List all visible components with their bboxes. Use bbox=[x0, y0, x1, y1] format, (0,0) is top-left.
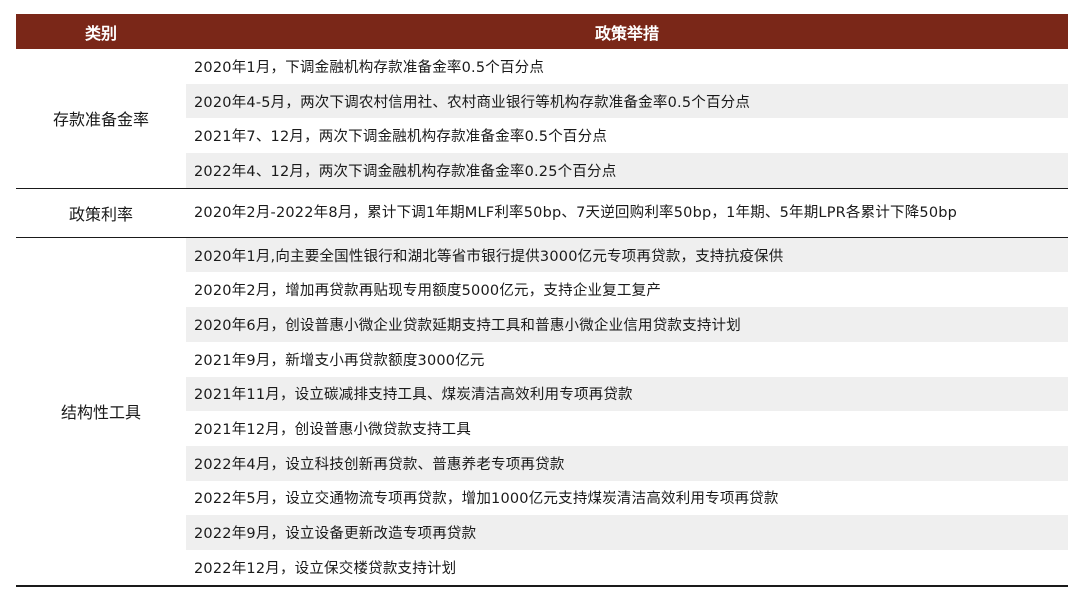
table-row: 2021年7、12月，两次下调金融机构存款准备金率0.5个百分点 bbox=[194, 129, 608, 146]
table-row: 2022年4月，设立科技创新再贷款、普惠养老专项再贷款 bbox=[186, 445, 1068, 481]
table-row: 2022年9月，设立设备更新改造专项再贷款 bbox=[186, 515, 1068, 550]
table-row: 2022年12月，设立保交楼贷款支持计划 bbox=[194, 560, 457, 577]
table-header: 类别 政策举措 bbox=[16, 14, 1068, 49]
table-row: 2020年2月，增加再贷款再贴现专用额度5000亿元，支持企业复工复产 bbox=[194, 283, 662, 300]
table-row: 2020年4-5月，两次下调农村信用社、农村商业银行等机构存款准备金率0.5个百… bbox=[186, 83, 1068, 119]
table-row: 2021年11月，设立碳减排支持工具、煤炭清洁高效利用专项再贷款 bbox=[186, 376, 1068, 412]
table-row: 2020年6月，创设普惠小微企业贷款延期支持工具和普惠小微企业信用贷款支持计划 bbox=[186, 307, 1068, 342]
table-row: 2021年9月，新增支小再贷款额度3000亿元 bbox=[194, 352, 485, 369]
table-row: 2021年12月，创设普惠小微贷款支持工具 bbox=[194, 422, 472, 439]
category-cell: 存款准备金率 bbox=[52, 110, 149, 130]
category-cell: 政策利率 bbox=[68, 204, 133, 224]
category-cell: 结构性工具 bbox=[60, 403, 141, 423]
header-measures: 政策举措 bbox=[594, 23, 659, 43]
table-row: 2020年2月-2022年8月，累计下调1年期MLF利率50bp、7天逆回购利率… bbox=[194, 204, 958, 221]
group-structural-tools: 结构性工具 2020年1月,向主要全国性银行和湖北等省市银行提供3000亿元专项… bbox=[16, 237, 1068, 587]
table-row: 2022年4、12月，两次下调金融机构存款准备金率0.25个百分点 bbox=[186, 153, 1068, 188]
header-category: 类别 bbox=[84, 23, 117, 43]
table-row: 2022年5月，设立交通物流专项再贷款，增加1000亿元支持煤炭清洁高效利用专项… bbox=[194, 491, 779, 508]
group-policy-rate: 政策利率 2020年2月-2022年8月，累计下调1年期MLF利率50bp、7天… bbox=[16, 189, 1068, 238]
group-reserve-ratio: 存款准备金率 2020年1月，下调金融机构存款准备金率0.5个百分点 2020年… bbox=[16, 49, 1068, 189]
policy-table: 类别 政策举措 存款准备金率 2020年1月，下调金融机构存款准备金率0.5个百… bbox=[16, 14, 1068, 587]
table-row: 2020年1月，下调金融机构存款准备金率0.5个百分点 bbox=[194, 59, 545, 76]
table-row: 2020年1月,向主要全国性银行和湖北等省市银行提供3000亿元专项再贷款，支持… bbox=[186, 237, 1068, 273]
